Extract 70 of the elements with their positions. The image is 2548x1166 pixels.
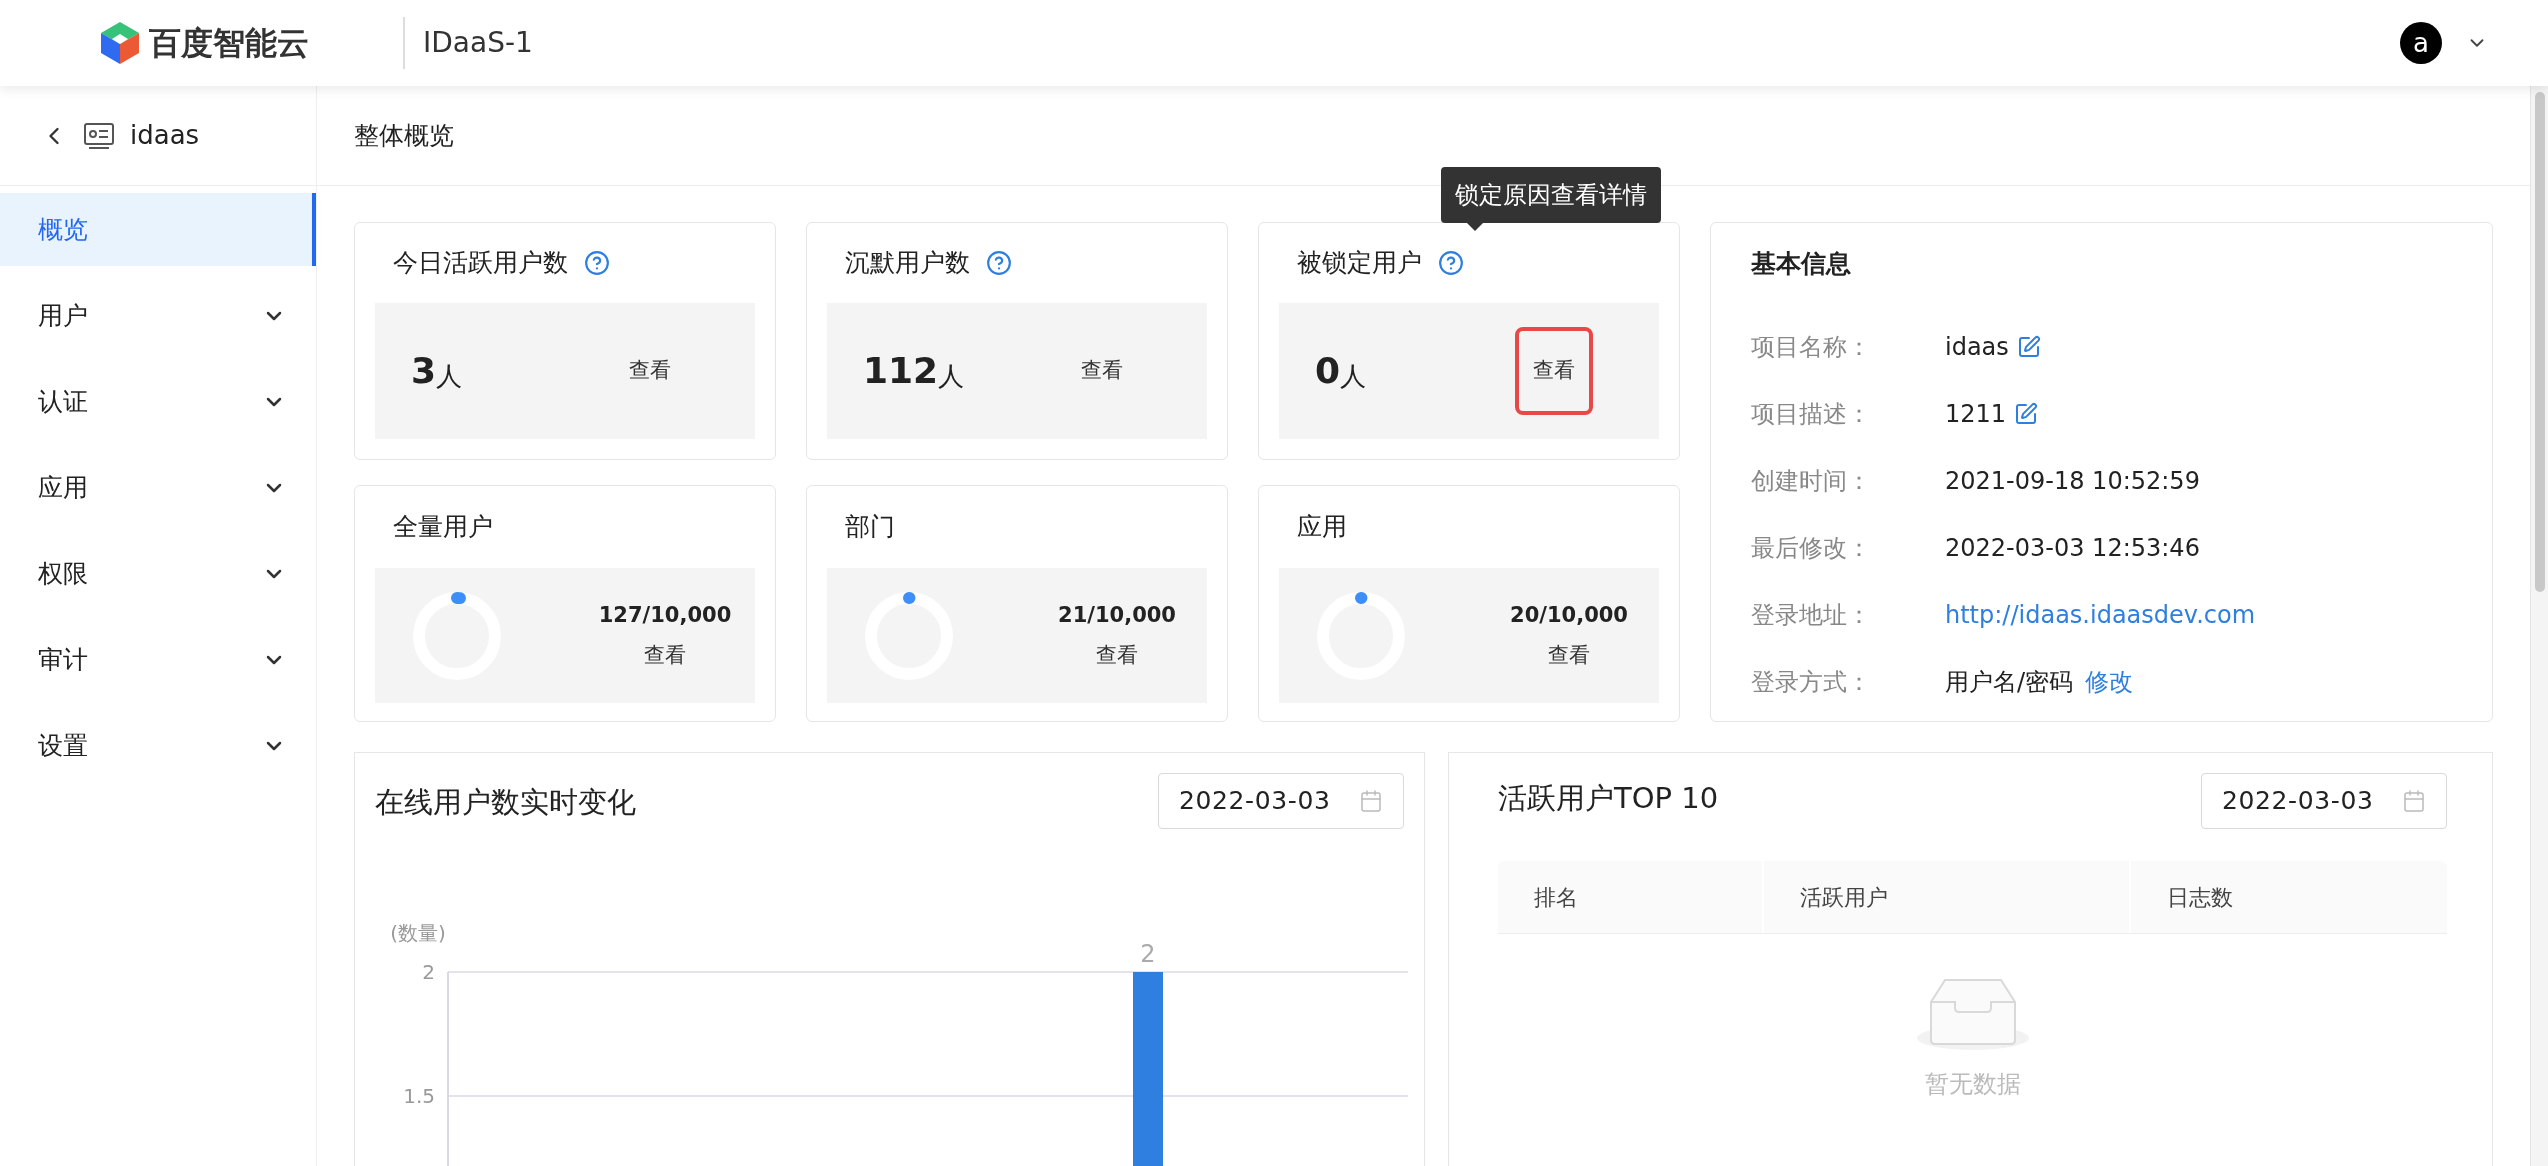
sidebar-item[interactable]: 用户	[0, 279, 316, 352]
card-title: 被锁定用户	[1297, 247, 1422, 280]
field-label: 登录地址：	[1751, 599, 1872, 631]
edit-icon[interactable]	[2016, 334, 2041, 359]
view-button[interactable]: 查看	[1515, 327, 1593, 415]
field-value: 2021-09-18 10:52:59	[1945, 465, 2200, 497]
view-button[interactable]: 查看	[611, 327, 689, 415]
calendar-icon	[2402, 789, 2426, 813]
card-title: 应用	[1297, 511, 1347, 544]
field-label: 登录方式：	[1751, 666, 1872, 698]
id-card-icon	[84, 122, 114, 149]
sidebar-item[interactable]: 设置	[0, 709, 316, 782]
project-title: idaas	[130, 119, 200, 152]
column-header: 日志数	[2166, 883, 2234, 912]
card-title: 全量用户	[393, 511, 493, 544]
view-button[interactable]: 查看	[644, 639, 686, 671]
login-url-link[interactable]: http://idaas.idaasdev.com	[1945, 596, 2256, 633]
section-title: 基本信息	[1751, 248, 1852, 279]
stat-unit: 人	[1340, 363, 1367, 389]
sidebar-item[interactable]: 权限	[0, 537, 316, 610]
help-icon[interactable]	[584, 250, 610, 276]
y-tick-label: 1.5	[403, 1084, 435, 1108]
section-title: 在线用户数实时变化	[375, 784, 636, 821]
y-axis-label: (数量)	[390, 921, 446, 945]
scrollbar[interactable]	[2530, 86, 2548, 1166]
brand-name: 百度智能云	[149, 23, 309, 64]
stat-value: 112	[863, 353, 939, 389]
sidebar-item[interactable]: 认证	[0, 365, 316, 438]
view-button[interactable]: 查看	[1063, 327, 1141, 415]
y-tick-label: 2	[422, 960, 435, 984]
empty-message: 暂无数据	[1924, 1069, 2021, 1100]
sidebar-item[interactable]: 应用	[0, 451, 316, 524]
card-title: 今日活跃用户数	[393, 247, 568, 280]
quota-reading: 20/10,000	[1510, 602, 1628, 629]
field-label: 创建时间：	[1751, 465, 1872, 497]
sidebar-item[interactable]: 概览	[0, 193, 316, 266]
quota-reading: 21/10,000	[1058, 602, 1176, 629]
field-value: 用户名/密码	[1945, 666, 2074, 698]
date-picker[interactable]: 2022-03-03	[2201, 773, 2447, 829]
field-label: 项目名称：	[1751, 331, 1872, 363]
modify-link[interactable]: 修改	[2085, 663, 2134, 700]
field-label: 项目描述：	[1751, 398, 1872, 430]
stat-unit: 人	[436, 363, 463, 389]
stat-value: 3	[411, 353, 437, 389]
tooltip-arrow	[1467, 223, 1483, 231]
column-header: 排名	[1498, 861, 1764, 933]
bar-value-label: 2	[1140, 940, 1156, 968]
card-title: 部门	[845, 511, 895, 544]
project-name: IDaaS-1	[423, 25, 533, 61]
sidebar-item[interactable]: 审计	[0, 623, 316, 696]
field-value: 2022-03-03 12:53:46	[1945, 532, 2200, 564]
view-button[interactable]: 查看	[1096, 639, 1138, 671]
field-value: 1211	[1945, 398, 2007, 430]
quota-reading: 127/10,000	[598, 602, 732, 629]
date-picker[interactable]: 2022-03-03	[1158, 773, 1404, 829]
column-header: 活跃用户	[1764, 861, 2131, 933]
view-button[interactable]: 查看	[1548, 639, 1590, 671]
page-title: 整体概览	[354, 119, 454, 152]
empty-inbox-icon	[1914, 976, 2031, 1052]
field-value: idaas	[1945, 331, 2009, 363]
user-avatar[interactable]: a	[2400, 22, 2442, 64]
section-title: 活跃用户TOP 10	[1498, 780, 1719, 817]
edit-icon[interactable]	[2014, 401, 2039, 426]
stat-unit: 人	[938, 363, 965, 389]
help-icon[interactable]	[986, 250, 1012, 276]
stat-value: 0	[1315, 353, 1341, 389]
card-title: 沉默用户数	[845, 247, 970, 280]
calendar-icon	[1359, 789, 1383, 813]
field-label: 最后修改：	[1751, 532, 1872, 564]
help-icon[interactable]	[1438, 250, 1464, 276]
